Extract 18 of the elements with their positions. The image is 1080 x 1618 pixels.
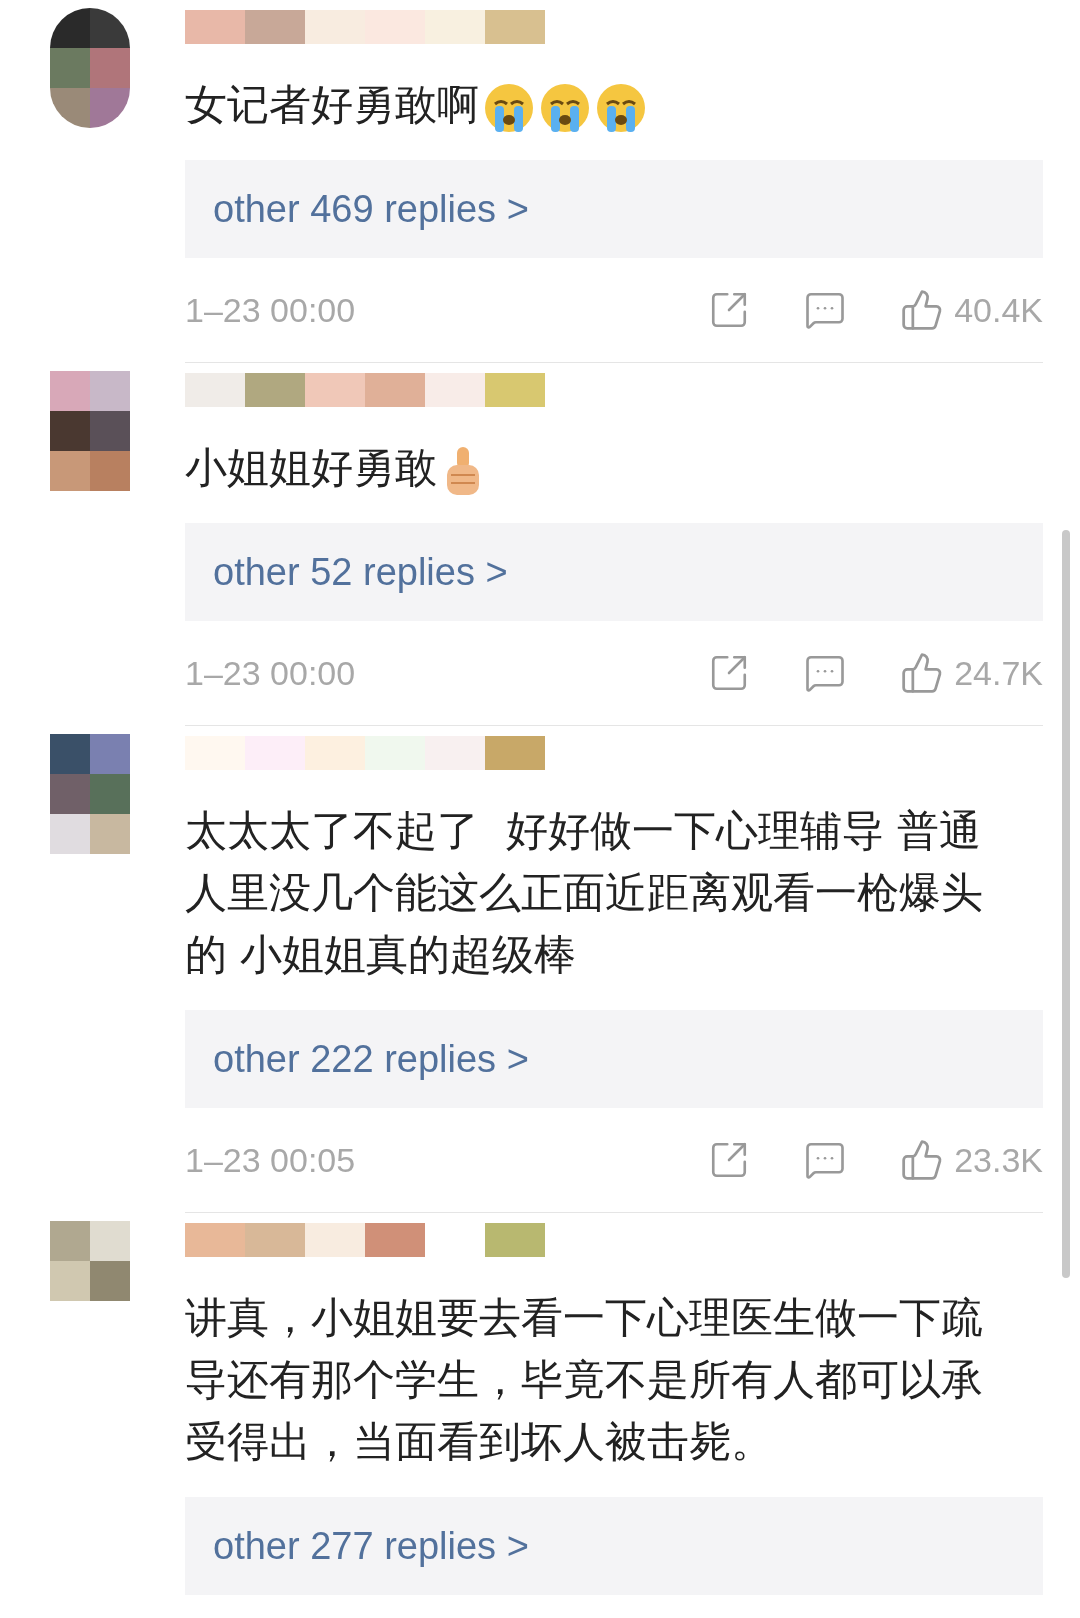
comment-text: 讲真，小姐姐要去看一下心理医生做一下疏导还有那个学生，毕竟不是所有人都可以承受得出，当面看到坏人被击毙。 [185, 1292, 984, 1468]
like-button[interactable]: 24.7K [900, 647, 1043, 699]
more-replies-link[interactable]: other 469 replies > [185, 160, 1043, 258]
more-replies-link[interactable]: other 222 replies > [185, 1010, 1043, 1108]
comment-time: 1–23 00:00 [185, 652, 356, 694]
more-replies-link[interactable]: other 52 replies > [185, 523, 1043, 621]
comment-time: 1–23 00:00 [185, 289, 356, 331]
like-button[interactable]: 23.3K [900, 1134, 1043, 1186]
comment-time: 1–23 00:05 [185, 1139, 356, 1181]
crying-emoji-icon [539, 81, 591, 134]
like-button[interactable]: 40.4K [900, 284, 1043, 336]
comment-text: 女记者好勇敢啊 [185, 74, 997, 136]
scrollbar[interactable] [1062, 530, 1070, 1278]
comment-text: 太太太了不起了 好好做一下心理辅导 普通人里没几个能这么正面近距离观看一枪爆头的 小姐姐真的超级棒 [185, 805, 984, 981]
crying-emoji-icon [595, 81, 647, 134]
crying-emoji-icon [483, 81, 535, 134]
more-replies-link[interactable]: other 277 replies > [185, 1497, 1043, 1595]
comment-text: 小姐姐好勇敢 [185, 437, 997, 499]
